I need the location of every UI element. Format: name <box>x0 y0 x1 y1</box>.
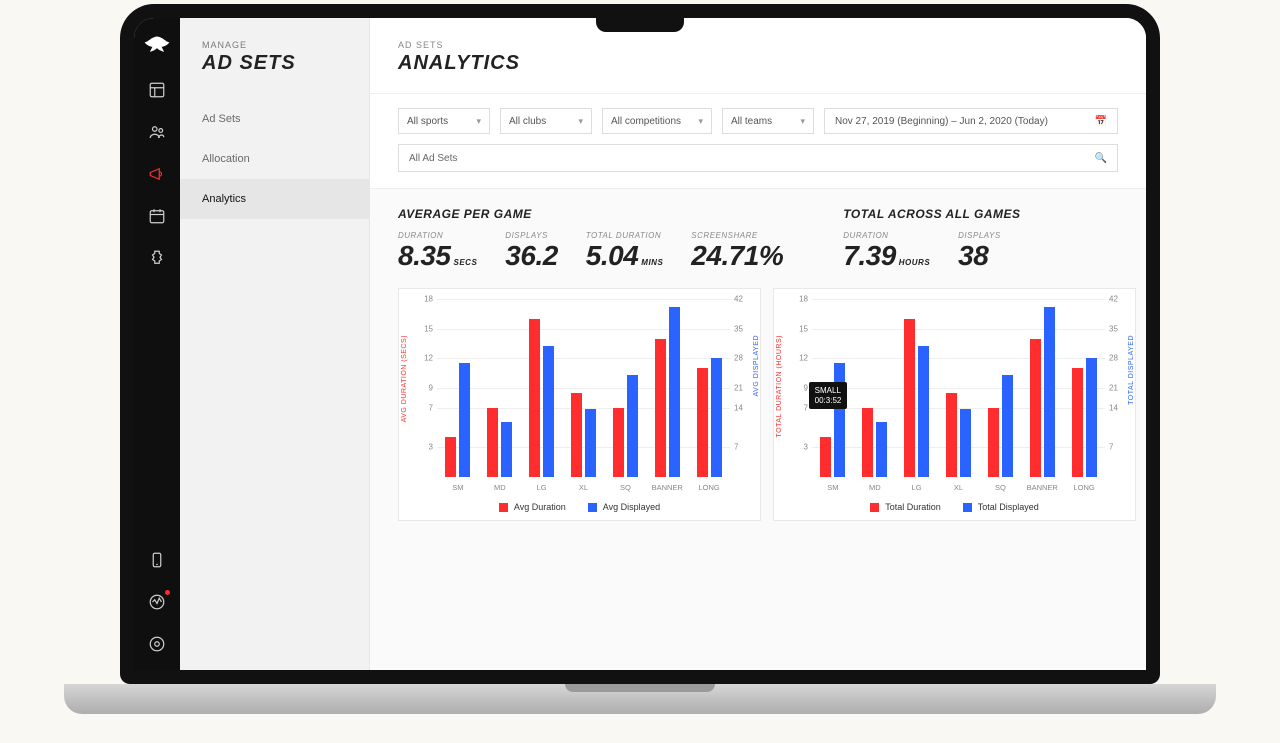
nav-settings-icon[interactable] <box>147 634 167 654</box>
section-title: AD SETS <box>180 50 369 99</box>
bar-total-duration-sm[interactable] <box>820 437 831 477</box>
bar-total-duration-banner[interactable] <box>1030 339 1041 477</box>
nav-schedule-icon[interactable] <box>147 206 167 226</box>
bar-avg-duration-sm[interactable] <box>445 437 456 477</box>
chevron-down-icon: ▾ <box>476 116 481 127</box>
bar-total-duration-xl[interactable] <box>946 393 957 477</box>
legend-item: Avg Displayed <box>588 502 660 512</box>
bar-avg-displayed-banner[interactable] <box>669 307 680 477</box>
camera-notch <box>596 18 684 32</box>
bar-avg-duration-md[interactable] <box>487 408 498 477</box>
stat-displays: DISPLAYS36.2 <box>505 231 558 272</box>
chevron-down-icon: ▾ <box>578 116 583 127</box>
stat-displays: DISPLAYS38 <box>958 231 1001 272</box>
filter-clubs-select[interactable]: All clubs▾ <box>500 108 592 134</box>
stat-total-duration: TOTAL DURATION5.04MINS <box>586 231 664 272</box>
icon-rail <box>134 18 180 670</box>
main-area: AD SETS ANALYTICS All sports▾ All clubs▾… <box>370 18 1146 670</box>
page-title: ANALYTICS <box>398 52 1118 75</box>
bar-avg-duration-sq[interactable] <box>613 408 624 477</box>
yaxis-left-label: AVG DURATION (SECS) <box>401 335 408 422</box>
bar-total-displayed-sq[interactable] <box>1002 375 1013 477</box>
charts-row: 37714921122815351842AVG DURATION (SECS)A… <box>398 288 1136 521</box>
brand-logo-icon[interactable] <box>144 32 170 58</box>
bar-total-duration-sq[interactable] <box>988 408 999 477</box>
laptop-frame: MANAGE AD SETS Ad SetsAllocationAnalytic… <box>120 4 1160 684</box>
stats-block: AVERAGE PER GAME DURATION8.35SECS DISPLAY… <box>398 207 1136 272</box>
yaxis-right-label: AVG DISPLAYED <box>753 335 760 396</box>
chart-card-0: 37714921122815351842AVG DURATION (SECS)A… <box>398 288 761 521</box>
search-icon: 🔍 <box>1095 153 1107 164</box>
stat-duration: DURATION8.35SECS <box>398 231 477 272</box>
stat-screenshare: SCREENSHARE24.71% <box>691 231 783 272</box>
bar-total-duration-long[interactable] <box>1072 368 1083 477</box>
bar-total-duration-md[interactable] <box>862 408 873 477</box>
filter-competitions-select[interactable]: All competitions▾ <box>602 108 712 134</box>
bar-total-displayed-long[interactable] <box>1086 358 1097 477</box>
bar-avg-duration-xl[interactable] <box>571 393 582 477</box>
filter-daterange-picker[interactable]: Nov 27, 2019 (Beginning) – Jun 2, 2020 (… <box>824 108 1118 134</box>
filter-bar: All sports▾ All clubs▾ All competitions▾… <box>370 94 1146 189</box>
stats-avg-title: AVERAGE PER GAME <box>398 207 783 221</box>
bar-avg-duration-long[interactable] <box>697 368 708 477</box>
nav-device-icon[interactable] <box>147 550 167 570</box>
legend-item: Total Duration <box>870 502 941 512</box>
bar-total-displayed-lg[interactable] <box>918 346 929 477</box>
legend-item: Total Displayed <box>963 502 1039 512</box>
chart-card-1: 37714921122815351842SMALL00:3:52TOTAL DU… <box>773 288 1136 521</box>
subnav-item-allocation[interactable]: Allocation <box>180 139 369 179</box>
yaxis-right-label: TOTAL DISPLAYED <box>1128 335 1135 405</box>
stats-total-title: TOTAL ACROSS ALL GAMES <box>843 207 1020 221</box>
nav-activity-icon[interactable] <box>147 592 167 612</box>
bar-total-displayed-md[interactable] <box>876 422 887 477</box>
stats-total-group: TOTAL ACROSS ALL GAMES DURATION7.39HOURS… <box>843 207 1020 272</box>
chevron-down-icon: ▾ <box>698 116 703 127</box>
bar-avg-displayed-md[interactable] <box>501 422 512 477</box>
chart-tooltip: SMALL00:3:52 <box>809 382 848 409</box>
stats-avg-group: AVERAGE PER GAME DURATION8.35SECS DISPLAY… <box>398 207 783 272</box>
page-header: AD SETS ANALYTICS <box>370 18 1146 94</box>
chevron-down-icon: ▾ <box>800 116 805 127</box>
calendar-icon: 📅 <box>1095 116 1107 127</box>
legend-item: Avg Duration <box>499 502 566 512</box>
bar-avg-duration-lg[interactable] <box>529 319 540 477</box>
bar-avg-duration-banner[interactable] <box>655 339 666 477</box>
bar-avg-displayed-sq[interactable] <box>627 375 638 477</box>
page-eyebrow: AD SETS <box>398 40 1118 50</box>
nav-ads-icon[interactable] <box>147 164 167 184</box>
section-eyebrow: MANAGE <box>180 40 369 50</box>
nav-dashboard-icon[interactable] <box>147 80 167 100</box>
bar-total-displayed-banner[interactable] <box>1044 307 1055 477</box>
bar-total-duration-lg[interactable] <box>904 319 915 477</box>
section-panel: MANAGE AD SETS Ad SetsAllocationAnalytic… <box>180 18 370 670</box>
bar-avg-displayed-sm[interactable] <box>459 363 470 477</box>
stat-duration: DURATION7.39HOURS <box>843 231 930 272</box>
filter-sports-select[interactable]: All sports▾ <box>398 108 490 134</box>
filter-teams-select[interactable]: All teams▾ <box>722 108 814 134</box>
laptop-base <box>64 684 1216 714</box>
app-screen: MANAGE AD SETS Ad SetsAllocationAnalytic… <box>134 18 1146 670</box>
bar-avg-displayed-long[interactable] <box>711 358 722 477</box>
yaxis-left-label: TOTAL DURATION (HOURS) <box>776 335 783 438</box>
bar-avg-displayed-xl[interactable] <box>585 409 596 477</box>
bar-total-displayed-sm[interactable] <box>834 363 845 477</box>
filter-adset-search[interactable]: All Ad Sets🔍 <box>398 144 1118 172</box>
subnav-item-analytics[interactable]: Analytics <box>180 179 369 219</box>
subnav-item-ad-sets[interactable]: Ad Sets <box>180 99 369 139</box>
bar-total-displayed-xl[interactable] <box>960 409 971 477</box>
nav-creative-icon[interactable] <box>147 248 167 268</box>
bar-avg-displayed-lg[interactable] <box>543 346 554 477</box>
nav-teams-icon[interactable] <box>147 122 167 142</box>
screen-bezel: MANAGE AD SETS Ad SetsAllocationAnalytic… <box>120 4 1160 684</box>
